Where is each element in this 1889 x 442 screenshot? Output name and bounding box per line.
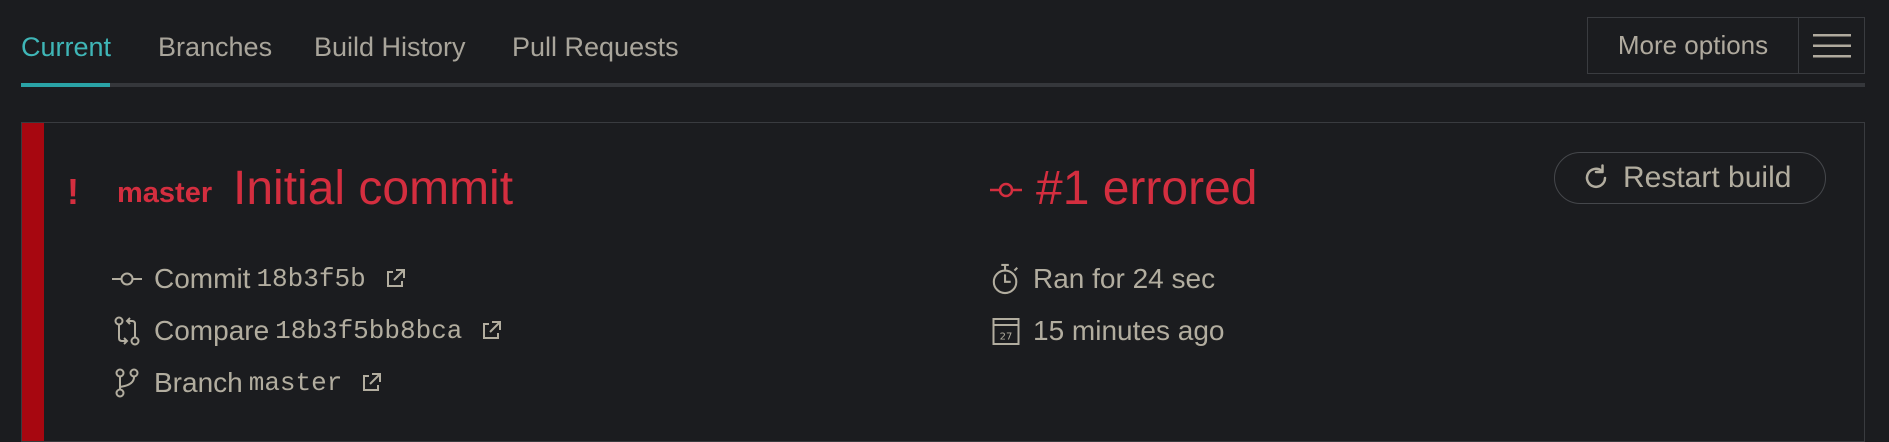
calendar-day: 27 <box>1000 332 1013 343</box>
branch-row: Branch master <box>112 367 382 399</box>
error-stripe <box>22 123 44 441</box>
more-options-button[interactable]: More options <box>1588 18 1799 73</box>
restart-build-label: Restart build <box>1623 161 1792 194</box>
compare-row: Compare 18b3f5bb8bca <box>112 315 502 347</box>
active-tab-indicator <box>21 83 110 87</box>
branch-label: Branch <box>154 367 243 398</box>
menu-button[interactable] <box>1799 18 1864 73</box>
commit-message: Initial commit <box>233 162 514 215</box>
commit-external-link[interactable] <box>384 268 406 290</box>
external-link-icon <box>363 373 382 391</box>
commit-sha[interactable]: 18b3f5b <box>256 264 365 294</box>
commit-row: Commit 18b3f5b <box>112 263 406 295</box>
tab-branches[interactable]: Branches <box>158 32 272 63</box>
exclamation-icon: ! <box>67 171 79 212</box>
branch-name[interactable]: master <box>117 177 212 210</box>
branch-icon <box>112 368 142 398</box>
compare-external-link[interactable] <box>480 320 502 342</box>
build-status[interactable]: #1 errored <box>1036 161 1257 216</box>
commit-icon <box>112 264 142 294</box>
options-group: More options <box>1587 17 1865 74</box>
commit-node-icon <box>990 182 1022 198</box>
hamburger-menu-icon <box>1812 33 1851 57</box>
duration-row: Ran for 24 sec <box>991 263 1215 295</box>
tab-pull-requests[interactable]: Pull Requests <box>512 32 679 63</box>
commit-label: Commit <box>154 263 251 294</box>
restart-arrow-icon <box>1585 164 1607 189</box>
finished-row: 27 15 minutes ago <box>991 315 1224 347</box>
finished-text: 15 minutes ago <box>1033 315 1225 346</box>
compare-range[interactable]: 18b3f5bb8bca <box>275 316 462 346</box>
branch-value[interactable]: master <box>249 368 343 398</box>
duration-text: Ran for 24 sec <box>1033 263 1216 294</box>
branch-external-link[interactable] <box>360 372 382 394</box>
calendar-icon: 27 <box>991 316 1021 346</box>
compare-icon <box>112 316 142 346</box>
tab-current[interactable]: Current <box>21 32 111 63</box>
tab-build-history[interactable]: Build History <box>314 32 466 63</box>
build-card: ! master Initial commit #1 errored Resta… <box>21 122 1865 442</box>
external-link-icon <box>483 321 502 339</box>
restart-build-button[interactable]: Restart build <box>1554 152 1826 204</box>
stopwatch-icon <box>991 263 1021 295</box>
compare-label: Compare <box>154 315 270 346</box>
tabs-divider <box>21 83 1865 87</box>
external-link-icon <box>386 269 405 287</box>
